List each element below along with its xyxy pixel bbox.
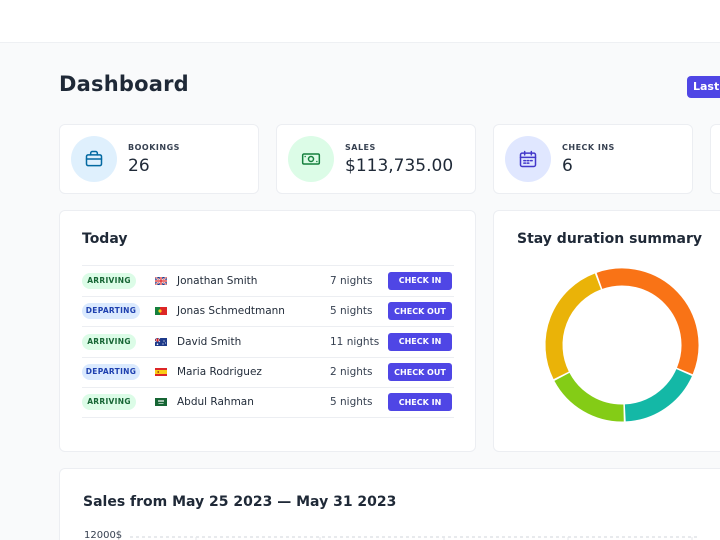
list-item: ARRIVING Jonathan Smith 7 nights CHECK I… — [82, 265, 454, 296]
guest-name: Jonathan Smith — [177, 274, 258, 287]
check-in-button[interactable]: CHECK IN — [388, 271, 452, 290]
nights-count: 5 nights — [330, 305, 373, 318]
y-axis-tick: 12000$ — [84, 530, 123, 540]
sales-grid — [130, 536, 700, 540]
page-title: Dashboard — [59, 72, 189, 96]
check-in-button[interactable]: CHECK IN — [388, 332, 452, 351]
status-badge: DEPARTING — [82, 303, 140, 320]
date-range-button[interactable]: Last 7 — [687, 76, 720, 98]
sales-title: Sales from May 25 2023 — May 31 2023 — [83, 494, 397, 510]
stat-label: CHECK INS — [562, 142, 615, 152]
list-item: ARRIVING Abdul Rahman 5 nights CHECK IN — [82, 387, 454, 418]
status-badge: DEPARTING — [82, 364, 140, 381]
donut-segment-2 — [554, 372, 624, 422]
guest-name: Jonas Schmedtmann — [177, 305, 285, 318]
guest-name: Maria Rodriguez — [177, 366, 262, 379]
stat-card-sales: SALES $113,735.00 — [276, 124, 476, 194]
nights-count: 11 nights — [330, 335, 380, 348]
donut-segment-0 — [596, 268, 699, 375]
guest-name: David Smith — [177, 335, 242, 348]
status-badge: ARRIVING — [82, 333, 136, 350]
flag-saudi-arabia-icon — [155, 398, 167, 407]
stat-card-check-ins: CHECK INS 6 — [493, 124, 693, 194]
donut-segment-1 — [624, 368, 692, 422]
stay-duration-donut — [545, 268, 699, 422]
check-out-button[interactable]: CHECK OUT — [388, 363, 452, 382]
status-badge: ARRIVING — [82, 394, 136, 411]
stat-card-partial — [710, 124, 720, 194]
list-item: DEPARTING Maria Rodriguez 2 nights CHECK… — [82, 356, 454, 388]
nights-count: 5 nights — [330, 396, 373, 409]
nights-count: 2 nights — [330, 366, 373, 379]
stay-duration-card: Stay duration summary — [493, 210, 720, 452]
calendar-icon — [505, 136, 551, 182]
list-item: DEPARTING Jonas Schmedtmann 5 nights CHE… — [82, 295, 454, 327]
flag-australia-icon — [155, 337, 167, 346]
nights-count: 7 nights — [330, 274, 373, 287]
stat-value: 26 — [128, 155, 150, 176]
stat-label: SALES — [345, 142, 376, 152]
stat-value: $113,735.00 — [345, 155, 454, 176]
stat-card-bookings: BOOKINGS 26 — [59, 124, 259, 194]
money-icon — [288, 136, 334, 182]
flag-portugal-icon — [155, 307, 167, 316]
guest-name: Abdul Rahman — [177, 396, 254, 409]
stat-value: 6 — [562, 155, 573, 176]
today-card: Today ARRIVING Jonathan Smith 7 nights C… — [59, 210, 476, 452]
check-out-button[interactable]: CHECK OUT — [388, 302, 452, 321]
top-bar — [0, 0, 720, 43]
list-item: ARRIVING David Smith 11 nights CHECK IN — [82, 326, 454, 357]
donut-segment-3 — [545, 273, 602, 380]
flag-spain-icon — [155, 368, 167, 377]
today-title: Today — [82, 231, 128, 247]
briefcase-icon — [71, 136, 117, 182]
stay-duration-title: Stay duration summary — [517, 231, 703, 247]
sales-card: Sales from May 25 2023 — May 31 2023 — [59, 468, 720, 540]
check-in-button[interactable]: CHECK IN — [388, 393, 452, 412]
today-list: ARRIVING Jonathan Smith 7 nights CHECK I… — [82, 265, 454, 418]
status-badge: ARRIVING — [82, 272, 136, 289]
flag-uk-icon — [155, 276, 167, 285]
stat-label: BOOKINGS — [128, 142, 180, 152]
